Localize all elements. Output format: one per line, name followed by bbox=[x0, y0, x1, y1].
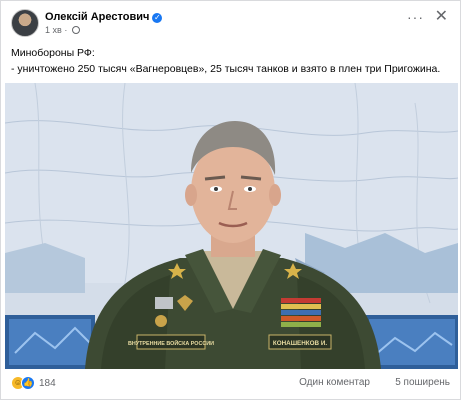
briefing-photo: ВНУТРЕННИЕ ВОЙСКА РОССИИ КОНАШЕНКОВ И. bbox=[5, 83, 458, 369]
more-icon[interactable]: ··· bbox=[407, 10, 424, 24]
verified-badge-icon: ✓ bbox=[152, 13, 163, 23]
reactions-summary[interactable]: ☺👍 184 bbox=[11, 376, 56, 390]
post-text-line-1: Минобороны РФ: bbox=[11, 47, 95, 59]
post-card: Олексій Арестович ✓ 1 хв · ··· ✕ Миноборо… bbox=[0, 0, 461, 400]
post-meta: 1 хв · bbox=[45, 25, 80, 35]
name-tag-left: ВНУТРЕННИЕ ВОЙСКА РОССИИ bbox=[128, 339, 214, 347]
post-image[interactable]: ВНУТРЕННИЕ ВОЙСКА РОССИИ КОНАШЕНКОВ И. bbox=[5, 83, 458, 369]
medal-ribbons bbox=[281, 298, 321, 327]
comments-count[interactable]: Один коментар bbox=[299, 377, 370, 388]
name-tag-right: КОНАШЕНКОВ И. bbox=[273, 340, 327, 347]
author-name[interactable]: Олексій Арестович bbox=[45, 11, 149, 23]
post-footer: ☺👍 184 Один коментар 5 поширень bbox=[11, 375, 450, 393]
post-time[interactable]: 1 хв bbox=[45, 25, 62, 35]
shares-count[interactable]: 5 поширень bbox=[395, 377, 450, 388]
author-avatar[interactable] bbox=[11, 9, 39, 37]
post-text-line-2: - уничтожено 250 тысяч «Вагнеровцев», 25… bbox=[11, 63, 441, 75]
meta-separator: · bbox=[64, 25, 68, 35]
post-header: Олексій Арестович ✓ 1 хв · ··· ✕ bbox=[11, 9, 450, 43]
reaction-count: 184 bbox=[39, 377, 56, 389]
like-reaction-icon: 👍 bbox=[21, 376, 35, 390]
author-name-row: Олексій Арестович ✓ bbox=[45, 11, 163, 23]
post-text: Минобороны РФ: - уничтожено 250 тысяч «В… bbox=[11, 45, 450, 77]
globe-icon bbox=[71, 26, 80, 34]
close-icon[interactable]: ✕ bbox=[435, 9, 448, 25]
